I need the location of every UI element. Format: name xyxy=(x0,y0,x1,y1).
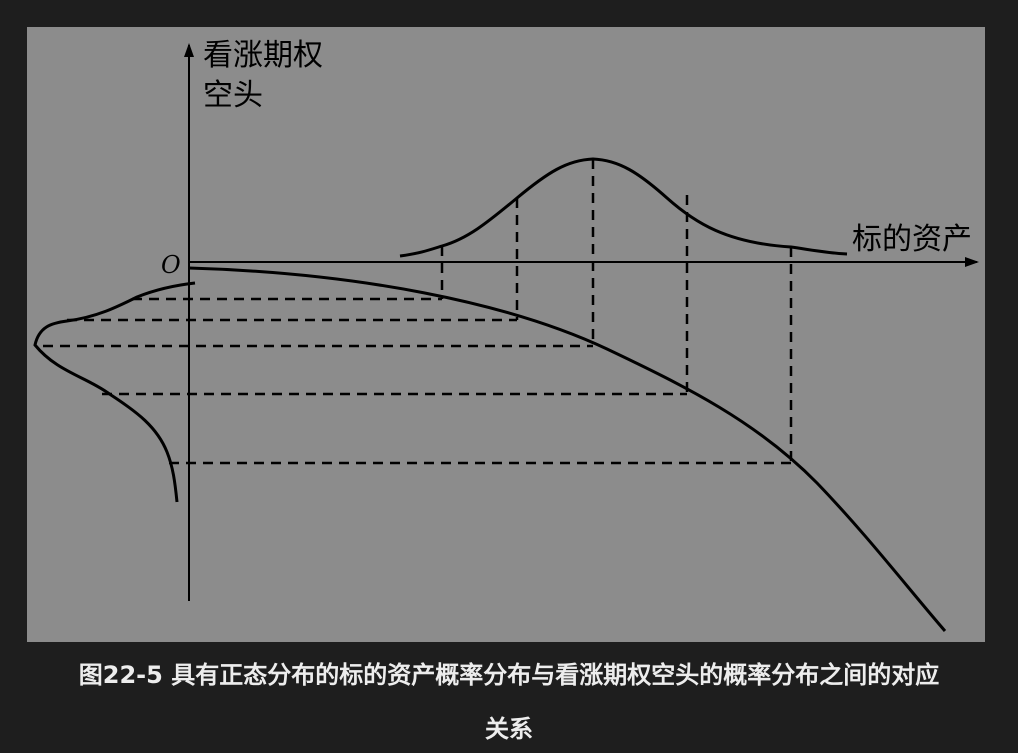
diagram-panel: 看涨期权 空头 标的资产 O xyxy=(27,27,985,642)
caption-line2: 关系 xyxy=(485,715,533,743)
figure-caption: 图22-5 具有正态分布的标的资产概率分布与看涨期权空头的概率分布之间的对应 关… xyxy=(0,648,1018,753)
x-axis-label: 标的资产 xyxy=(852,222,972,257)
y-axis-label-line1: 看涨期权 xyxy=(203,38,323,73)
short-call-distribution-curve xyxy=(33,281,196,503)
vertical-dashed-lines xyxy=(440,159,793,463)
horizontal-dashed-lines xyxy=(43,297,791,465)
short-call-payoff-curve xyxy=(188,266,947,632)
caption-line1: 图22-5 具有正态分布的标的资产概率分布与看涨期权空头的概率分布之间的对应 xyxy=(78,661,940,689)
underlying-asset-distribution-curve xyxy=(399,157,848,258)
y-axis-label-line2: 空头 xyxy=(203,78,263,113)
diagram-svg: 看涨期权 空头 标的资产 O xyxy=(33,38,979,632)
origin-label: O xyxy=(161,251,181,279)
figure-frame: 看涨期权 空头 标的资产 O 图22-5 具有正态分布的标的资产概率分布与看涨期… xyxy=(0,0,1018,753)
